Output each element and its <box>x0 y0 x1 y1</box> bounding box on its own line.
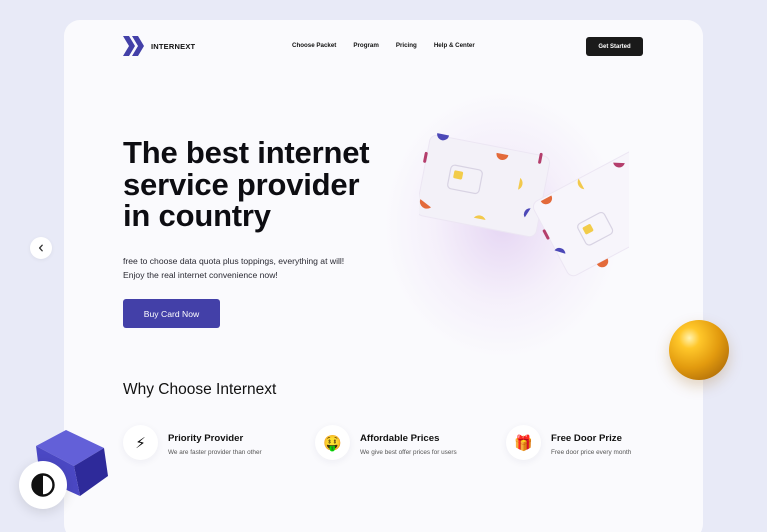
brand-logo[interactable]: INTERNEXT <box>123 36 195 56</box>
nav-menu: Choose Packet Program Pricing Help & Cen… <box>292 42 475 49</box>
feature-priority-provider: ⚡ Priority Provider We are faster provid… <box>123 425 262 460</box>
money-face-icon: 🤑 <box>315 425 350 460</box>
hero-desc-line-1: free to choose data quota plus toppings,… <box>123 256 345 266</box>
nav-link-pricing[interactable]: Pricing <box>396 42 417 49</box>
why-choose-title: Why Choose Internext <box>123 381 277 398</box>
feature-title: Free Door Prize <box>551 433 622 444</box>
theme-toggle-button[interactable] <box>19 461 67 509</box>
feature-description: We are faster provider than other <box>168 449 262 456</box>
sim-card-back <box>419 133 551 238</box>
brand-name: INTERNEXT <box>151 41 196 51</box>
feature-title: Priority Provider <box>168 433 244 444</box>
feature-affordable-prices: 🤑 Affordable Prices We give best offer p… <box>315 425 457 460</box>
feature-title: Affordable Prices <box>360 433 440 444</box>
previous-slide-button[interactable] <box>30 237 52 259</box>
stage: INTERNEXT Choose Packet Program Pricing … <box>0 0 767 532</box>
landing-page-card: INTERNEXT Choose Packet Program Pricing … <box>64 20 703 532</box>
nav-link-program[interactable]: Program <box>353 42 378 49</box>
top-navigation: INTERNEXT Choose Packet Program Pricing … <box>64 20 703 76</box>
nav-link-help-center[interactable]: Help & Center <box>434 42 475 49</box>
hero-description: free to choose data quota plus toppings,… <box>123 254 383 282</box>
sim-cards-illustration <box>419 133 629 277</box>
double-chevron-logo-icon <box>123 36 144 56</box>
lightning-icon: ⚡ <box>123 425 158 460</box>
feature-description: We give best offer prices for users <box>360 449 457 456</box>
get-started-button[interactable]: Get Started <box>586 37 643 56</box>
chevron-left-icon <box>38 244 43 252</box>
hero-title-line-2: service provider <box>123 166 360 202</box>
feature-free-door-prize: 🎁 Free Door Prize Free door price every … <box>506 425 631 460</box>
hero-desc-line-2: Enjoy the real internet convenience now! <box>123 270 278 280</box>
contrast-icon <box>31 473 55 497</box>
hero-title: The best internet service provider in co… <box>123 137 403 232</box>
buy-card-now-button[interactable]: Buy Card Now <box>123 299 220 328</box>
gift-icon: 🎁 <box>506 425 541 460</box>
decorative-gold-sphere <box>669 320 729 380</box>
hero-title-line-1: The best internet <box>123 135 370 170</box>
nav-link-choose-packet[interactable]: Choose Packet <box>292 42 336 49</box>
feature-description: Free door price every month <box>551 449 632 456</box>
hero-title-line-3: in country <box>123 198 271 233</box>
